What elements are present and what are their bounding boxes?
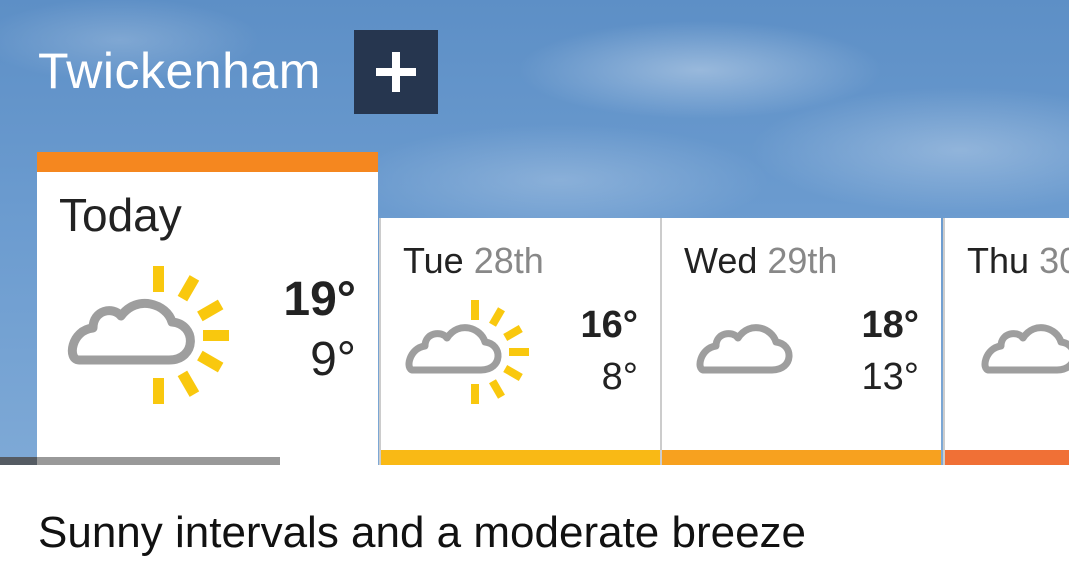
today-bar-edge [0, 457, 37, 465]
day-name: Thu [967, 240, 1030, 281]
cloud-icon [696, 324, 793, 374]
day-temp-bar [662, 450, 941, 465]
day-temp-bar [381, 450, 660, 465]
weather-summary: Sunny intervals and a moderate breeze [38, 508, 807, 557]
day-high-temp: 18° [861, 304, 919, 346]
forecast-day-wed[interactable]: Wed 29th 18° 13° [660, 218, 941, 465]
today-card[interactable]: Today 19° 9° [37, 152, 378, 465]
day-name: Wed [684, 240, 758, 281]
day-temp-bar [945, 450, 1069, 465]
sunny-intervals-icon [67, 266, 229, 404]
day-low-temp: 8° [601, 356, 638, 398]
day-label: Wed 29th [684, 240, 837, 282]
day-high-temp: 16° [580, 304, 638, 346]
day-label: Tue 28th [403, 240, 544, 282]
add-location-button[interactable] [354, 30, 438, 114]
forecast-day-tue[interactable]: Tue 28th 16° 8° [379, 218, 660, 465]
today-label: Today [59, 189, 182, 241]
day-low-temp: 13° [861, 356, 919, 398]
day-label: Thu 30th [967, 240, 1069, 282]
plus-icon [376, 52, 416, 92]
forecast-day-thu[interactable]: Thu 30th [943, 218, 1069, 465]
today-low-temp: 9° [310, 333, 356, 386]
day-name: Tue [403, 240, 464, 281]
sunny-intervals-icon [405, 300, 529, 404]
today-accent-bar [37, 152, 378, 172]
day-date: 30th [1039, 240, 1069, 281]
today-high-temp: 19° [283, 273, 356, 326]
cloud-icon [981, 324, 1069, 374]
today-bar [37, 457, 280, 465]
day-date: 28th [473, 240, 544, 281]
day-date: 29th [767, 240, 838, 281]
location-title: Twickenham [38, 43, 321, 99]
